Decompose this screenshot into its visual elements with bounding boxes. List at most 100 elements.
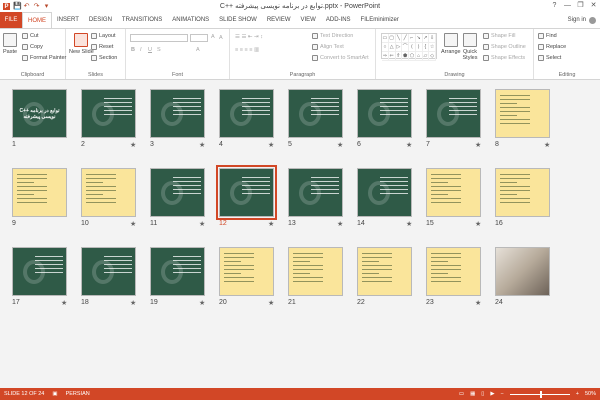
normal-view-icon[interactable]: ▭ — [459, 391, 464, 397]
shrink-font-icon[interactable]: A — [219, 35, 223, 41]
tab-transitions[interactable]: TRANSITIONS — [117, 12, 167, 28]
font-size-box[interactable] — [190, 34, 208, 42]
slide-thumbnail[interactable] — [150, 247, 205, 296]
zoom-slider-thumb[interactable] — [539, 390, 542, 398]
convert-smartart-button[interactable]: Convert to SmartArt — [312, 55, 369, 61]
animation-star-icon[interactable]: ★ — [199, 220, 205, 228]
undo-icon[interactable]: ↶ — [23, 3, 30, 10]
tab-home[interactable]: HOME — [22, 12, 52, 28]
layout-button[interactable]: Layout — [91, 33, 116, 39]
tab-review[interactable]: REVIEW — [262, 12, 296, 28]
shape-effects-button[interactable]: Shape Effects — [483, 55, 525, 61]
reading-view-icon[interactable]: ▯ — [481, 391, 484, 397]
animation-star-icon[interactable]: ★ — [130, 220, 136, 228]
slide-thumbnail[interactable] — [357, 247, 412, 296]
animation-star-icon[interactable]: ★ — [544, 141, 550, 149]
slide-thumbnail[interactable] — [357, 89, 412, 138]
tab-fileminimizer[interactable]: FILEminimizer — [356, 12, 404, 28]
copy-button[interactable]: Copy — [22, 44, 43, 50]
section-button[interactable]: Section — [91, 55, 117, 61]
spellcheck-icon[interactable]: ▣ — [52, 391, 57, 397]
find-button[interactable]: Find — [538, 33, 557, 39]
slide-thumbnail[interactable] — [495, 89, 550, 138]
slide-thumbnail[interactable] — [426, 89, 481, 138]
tab-view[interactable]: VIEW — [296, 12, 321, 28]
slide-thumbnail[interactable] — [288, 168, 343, 217]
tab-file[interactable]: FILE — [0, 12, 22, 28]
bullets-icon[interactable]: ☰ ☰ ⇤ ⇥ ↕ — [235, 34, 263, 40]
replace-button[interactable]: Replace — [538, 44, 566, 50]
animation-star-icon[interactable]: ★ — [475, 299, 481, 307]
slide-thumbnail[interactable] — [495, 168, 550, 217]
slide-thumbnail[interactable] — [219, 89, 274, 138]
slide-thumbnail-photo[interactable] — [495, 247, 550, 296]
animation-star-icon[interactable]: ★ — [268, 299, 274, 307]
animation-star-icon[interactable]: ★ — [199, 299, 205, 307]
animation-star-icon[interactable]: ★ — [61, 299, 67, 307]
text-direction-button[interactable]: Text Direction — [312, 33, 353, 39]
help-button[interactable]: ? — [548, 0, 561, 12]
sign-in-label[interactable]: Sign in — [568, 12, 586, 28]
cut-button[interactable]: Cut — [22, 33, 39, 39]
slide-thumbnail[interactable] — [288, 89, 343, 138]
align-text-button[interactable]: Align Text — [312, 44, 344, 50]
animation-star-icon[interactable]: ★ — [406, 141, 412, 149]
tab-slide-show[interactable]: SLIDE SHOW — [214, 12, 262, 28]
slide-thumbnail[interactable] — [150, 89, 205, 138]
font-color-icon[interactable]: A — [196, 47, 200, 53]
format-painter-button[interactable]: Format Painter — [22, 55, 66, 61]
animation-star-icon[interactable]: ★ — [268, 220, 274, 228]
slide-thumbnail[interactable] — [12, 168, 67, 217]
tab-insert[interactable]: INSERT — [52, 12, 84, 28]
save-icon[interactable]: 💾 — [13, 3, 22, 10]
zoom-slider[interactable] — [509, 390, 570, 398]
redo-icon[interactable]: ↷ — [33, 3, 40, 10]
grow-font-icon[interactable]: A — [211, 34, 215, 40]
zoom-in-button[interactable]: + — [576, 391, 579, 397]
slide-sorter-view-icon[interactable]: ▦ — [470, 391, 475, 397]
slide-thumbnail[interactable] — [81, 89, 136, 138]
sign-in[interactable]: Sign in — [568, 12, 596, 28]
shape-outline-button[interactable]: Shape Outline — [483, 44, 526, 50]
close-button[interactable]: ✕ — [587, 0, 600, 12]
underline-icon[interactable]: U — [148, 47, 152, 53]
customize-qat-icon[interactable]: ▾ — [43, 3, 50, 10]
slide-thumbnail[interactable] — [81, 247, 136, 296]
reset-button[interactable]: Reset — [91, 44, 113, 50]
animation-star-icon[interactable]: ★ — [475, 141, 481, 149]
strikethrough-icon[interactable]: S — [157, 47, 161, 53]
slideshow-view-icon[interactable]: ▶ — [490, 391, 494, 397]
slide-thumbnail[interactable] — [81, 168, 136, 217]
tab-add-ins[interactable]: ADD-INS — [321, 12, 356, 28]
animation-star-icon[interactable]: ★ — [337, 220, 343, 228]
slide-thumbnail[interactable] — [426, 168, 481, 217]
paste-button[interactable]: Paste — [3, 33, 17, 55]
italic-icon[interactable]: I — [140, 47, 142, 53]
tab-animations[interactable]: ANIMATIONS — [167, 12, 214, 28]
quick-styles-button[interactable]: Quick Styles — [461, 33, 479, 61]
zoom-out-button[interactable]: − — [501, 391, 504, 397]
animation-star-icon[interactable]: ★ — [268, 141, 274, 149]
animation-star-icon[interactable]: ★ — [199, 141, 205, 149]
arrange-button[interactable]: Arrange — [441, 33, 461, 55]
animation-star-icon[interactable]: ★ — [337, 141, 343, 149]
animation-star-icon[interactable]: ★ — [406, 220, 412, 228]
slide-thumbnail[interactable] — [150, 168, 205, 217]
slide-thumbnail[interactable] — [12, 247, 67, 296]
select-button[interactable]: Select — [538, 55, 561, 61]
shapes-gallery[interactable]: ▭ ▢ ╲ ╱ ⌐ ↘ ↗ ⇩ ○ △ ▷ ⌒ ⟨ ⟩{☆ ⇒ ⇐ ⇑ ⬟ ⬠ ⌂ ▱ ◇ — [381, 33, 437, 61]
shape-fill-button[interactable]: Shape Fill — [483, 33, 515, 39]
tab-design[interactable]: DESIGN — [84, 12, 117, 28]
font-name-box[interactable] — [130, 34, 188, 42]
slide-thumbnail[interactable]: C++ توابع در برنامه نویسی پیشرفته — [12, 89, 67, 138]
align-icons[interactable]: ≡ ≡ ≡ ≡ ▥ — [235, 47, 259, 53]
restore-button[interactable]: ❐ — [574, 0, 587, 12]
animation-star-icon[interactable]: ★ — [130, 141, 136, 149]
animation-star-icon[interactable]: ★ — [475, 220, 481, 228]
slide-thumbnail[interactable] — [426, 247, 481, 296]
language-indicator[interactable]: PERSIAN — [66, 391, 90, 397]
bold-icon[interactable]: B — [131, 47, 135, 53]
slide-thumbnail[interactable] — [216, 165, 277, 220]
zoom-level[interactable]: 50% — [585, 391, 596, 397]
slide-thumbnail[interactable] — [288, 247, 343, 296]
